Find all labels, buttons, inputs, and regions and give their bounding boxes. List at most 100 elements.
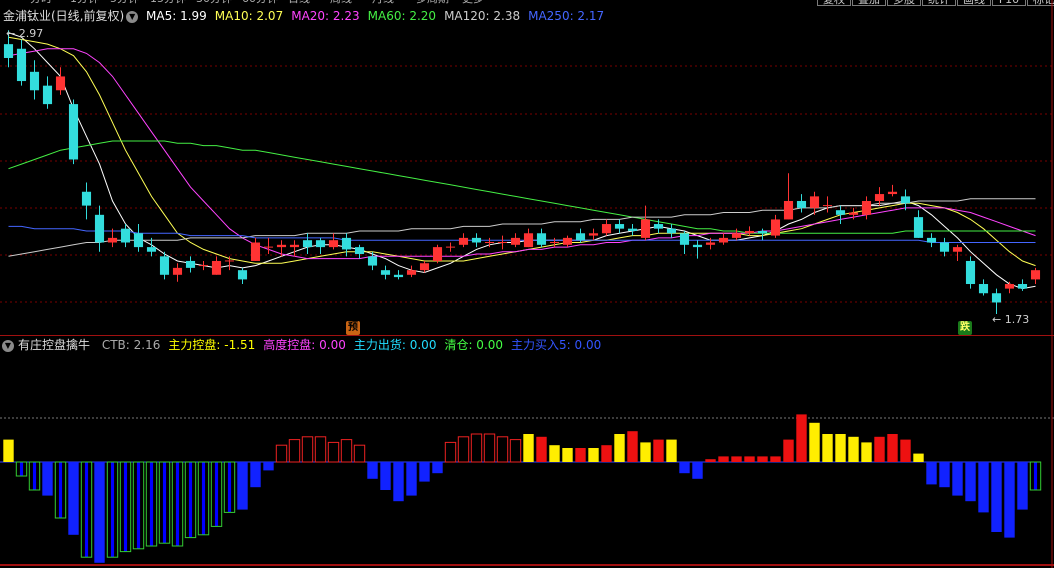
candle-body — [835, 210, 846, 215]
indicator-bar — [588, 448, 599, 462]
indicator-bar-core — [162, 462, 167, 544]
indicator-bar — [406, 462, 417, 496]
indicator-bar-core — [1033, 462, 1038, 490]
candle-body — [289, 244, 300, 248]
candle-body — [705, 242, 716, 245]
indicator-bar — [900, 439, 911, 462]
candle-body — [640, 219, 651, 238]
candle-body — [328, 240, 339, 248]
indicator-bar — [367, 462, 378, 479]
candle-body — [744, 230, 755, 234]
candle-body — [120, 228, 131, 243]
candle-body — [315, 240, 326, 248]
candle-body — [978, 284, 989, 294]
indicator-bar — [770, 456, 781, 462]
price-high-value: 2.97 — [18, 27, 44, 40]
indicator-bar — [848, 436, 859, 462]
candle-body — [510, 237, 521, 245]
candle-body — [601, 224, 612, 234]
candle-body — [302, 240, 313, 248]
stock-chart[interactable] — [0, 0, 1054, 568]
indicator-bar — [393, 462, 404, 502]
candle-body — [575, 233, 586, 241]
indicator-bar-outline — [509, 439, 522, 463]
indicator-bar — [614, 434, 625, 462]
candle-body — [29, 71, 40, 91]
indicator-bar-core — [149, 462, 154, 546]
indicator-bar — [991, 462, 1002, 532]
indicator-bar — [757, 456, 768, 462]
candle-body — [81, 191, 92, 206]
indicator-bar — [666, 439, 677, 462]
indicator-bar — [575, 448, 586, 462]
indicator-bar-outline — [314, 436, 327, 463]
indicator-bar — [965, 462, 976, 502]
candle-body — [159, 256, 170, 275]
candle-body — [185, 260, 196, 268]
indicator-bar — [822, 434, 833, 462]
indicator-bar — [809, 422, 820, 462]
signal-pre-badge: 预 — [346, 321, 360, 335]
indicator-bar — [952, 462, 963, 496]
indicator-bar-outline — [301, 436, 314, 463]
indicator-bar-outline — [444, 441, 457, 463]
candle-body — [523, 233, 534, 248]
candle-body — [406, 270, 417, 275]
ma-line-ma60 — [8, 140, 1036, 234]
indicator-bar — [549, 445, 560, 462]
indicator-bar-core — [123, 462, 128, 552]
candle-body — [68, 104, 79, 160]
indicator-bar — [731, 456, 742, 462]
candle-body — [94, 214, 105, 243]
candle-body — [718, 237, 729, 243]
indicator-bar-core — [227, 462, 232, 513]
candle-body — [770, 219, 781, 236]
candle-body — [42, 85, 53, 105]
indicator-bar — [861, 442, 872, 462]
candle-body — [562, 237, 573, 245]
indicator-bar — [263, 462, 274, 471]
indicator-bar — [679, 462, 690, 474]
indicator-bar — [978, 462, 989, 513]
candle-body — [679, 233, 690, 245]
candle-body — [3, 44, 14, 58]
indicator-bar — [692, 462, 703, 479]
indicator-bar — [536, 436, 547, 462]
signal-fall-badge: 跌 — [958, 321, 972, 335]
candle-body — [952, 247, 963, 252]
candle-body — [809, 196, 820, 208]
indicator-bar — [3, 439, 14, 462]
indicator-bar — [783, 439, 794, 462]
indicator-bar-core — [214, 462, 219, 527]
indicator-bar-outline — [275, 444, 288, 463]
candle-body — [16, 48, 27, 82]
indicator-bar-outline — [483, 433, 496, 463]
candle-body — [471, 237, 482, 243]
indicator-bar-outline — [340, 439, 353, 463]
indicator-bar — [653, 439, 664, 462]
candle-body — [237, 270, 248, 280]
indicator-bar-outline — [496, 436, 509, 463]
indicator-bar — [237, 462, 248, 510]
candle-body — [926, 237, 937, 243]
indicator-bar — [380, 462, 391, 490]
candle-body — [692, 244, 703, 248]
price-high-label: ← 2.97 — [6, 27, 44, 40]
indicator-bar — [562, 448, 573, 462]
candle-body — [939, 242, 950, 252]
indicator-bar — [835, 434, 846, 462]
candle-body — [991, 293, 1002, 303]
indicator-bar — [939, 462, 950, 488]
indicator-bar — [913, 453, 924, 462]
candle-body — [848, 212, 859, 215]
indicator-bar — [887, 434, 898, 462]
candle-body — [146, 247, 157, 252]
candle-body — [380, 270, 391, 275]
indicator-bar-outline — [470, 433, 483, 463]
indicator-bar-core — [188, 462, 193, 538]
indicator-bar — [718, 456, 729, 462]
candle-body — [913, 217, 924, 238]
candle-body — [887, 191, 898, 195]
candle-body — [614, 224, 625, 229]
indicator-bar — [627, 431, 638, 462]
